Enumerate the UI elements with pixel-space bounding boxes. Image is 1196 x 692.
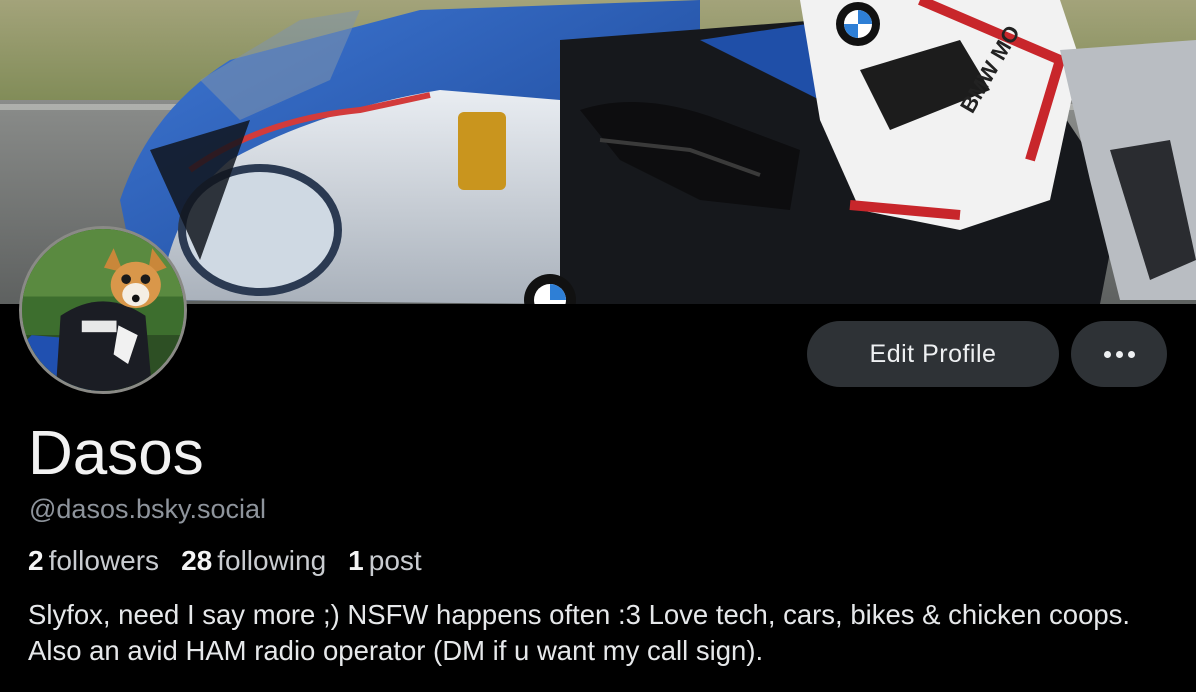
- more-options-button[interactable]: [1071, 321, 1167, 387]
- display-name: Dasos: [28, 419, 204, 488]
- bmw-logo-icon: [836, 2, 880, 46]
- posts-count: 1: [348, 545, 364, 576]
- avatar[interactable]: [19, 226, 187, 394]
- posts-label: post: [368, 545, 422, 576]
- following-label: following: [217, 545, 327, 576]
- profile-stats: 2 followers 28 following 1 post: [28, 545, 422, 577]
- ellipsis-icon-dot: [1115, 350, 1123, 358]
- ellipsis-icon-dot: [1127, 350, 1135, 358]
- followers-stat[interactable]: 2 followers: [28, 545, 159, 577]
- posts-stat: 1 post: [348, 545, 422, 577]
- ellipsis-icon: [1103, 350, 1111, 358]
- following-count: 28: [181, 545, 213, 576]
- followers-count: 2: [28, 545, 44, 576]
- following-stat[interactable]: 28 following: [181, 545, 326, 577]
- handle: @dasos.bsky.social: [29, 494, 267, 524]
- profile-bio: Slyfox, need I say more ;) NSFW happens …: [28, 599, 1131, 666]
- banner-image: BMW MO: [0, 0, 1196, 304]
- edit-profile-button[interactable]: Edit Profile: [807, 321, 1059, 387]
- followers-label: followers: [48, 545, 160, 576]
- avatar-image: [22, 229, 184, 391]
- profile-banner[interactable]: BMW MO: [0, 0, 1196, 304]
- profile-page: BMW MO Edit Profile Dasos @dasos.bsky.so…: [0, 0, 1196, 692]
